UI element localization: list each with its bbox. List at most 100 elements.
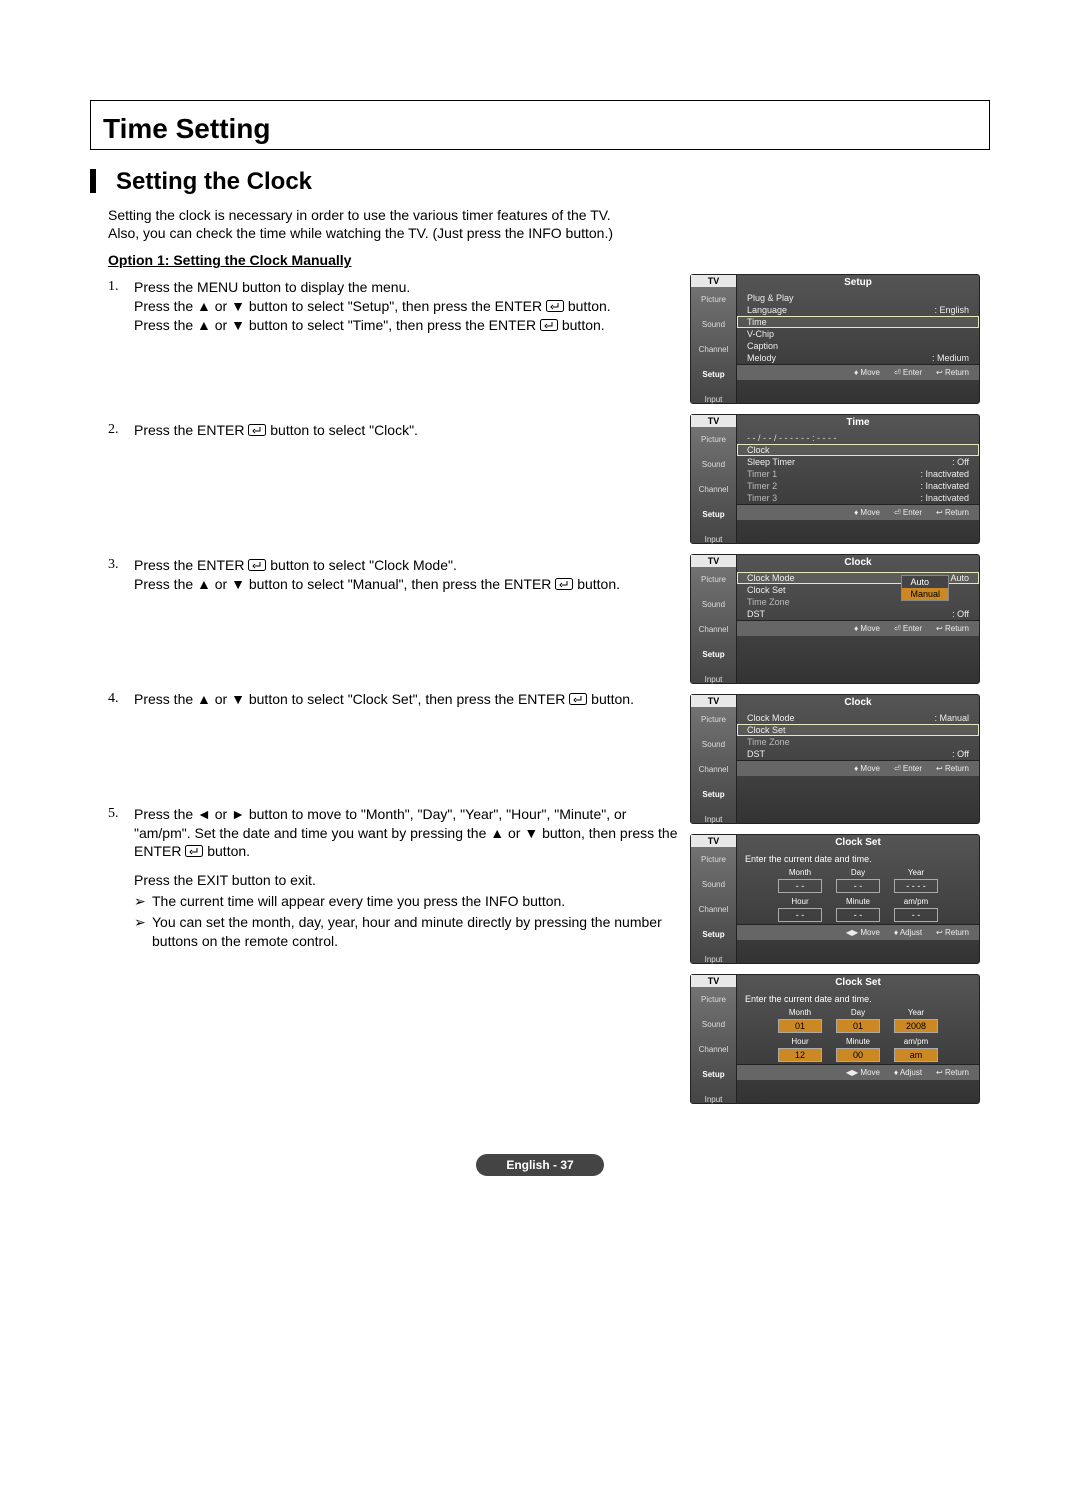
osd-row: Clock Set [737,724,979,736]
osd-tv-label: TV [691,975,736,987]
osd-tab: Setup [691,362,736,387]
osd-tab: Sound [691,592,736,617]
osd-clock-set-blank: TV PictureSoundChannelSetupInput Clock S… [690,834,980,964]
osd-cell: Month01 [778,1008,822,1033]
osd-tab: Input [691,807,736,832]
osd-prompt: Enter the current date and time. [737,852,979,866]
step-3-b1: Press the ▲ or ▼ button to select "Manua… [134,576,551,592]
step-1-c1: Press the ▲ or ▼ button to select "Time"… [134,317,536,333]
osd-tab: Picture [691,707,736,732]
osd-tab: Channel [691,1037,736,1062]
osd-tab: Input [691,387,736,412]
osd-tab: Sound [691,312,736,337]
osd-tab: Setup [691,922,736,947]
note-2: You can set the month, day, year, hour a… [152,913,678,951]
step-4-a2: button. [591,691,634,707]
osd-title: Clock Set [737,975,979,992]
osd-tab: Channel [691,477,736,502]
foot-return: ↩ Return [936,508,969,517]
clock-mode-dropdown: Auto Manual [901,575,949,601]
osd-title: Setup [737,275,979,292]
foot-move: ◀▶ Move [846,1068,880,1077]
osd-tab: Setup [691,642,736,667]
osd-row: Timer 3: Inactivated [737,492,979,504]
osd-row: Clock Mode: Manual [737,712,979,724]
step-1-a: Press the MENU button to display the men… [134,278,678,297]
note-1: The current time will appear every time … [152,892,565,911]
foot-move: ♦ Move [854,624,880,633]
foot-move: ♦ Move [854,764,880,773]
osd-row: Language: English [737,304,979,316]
osd-row: V-Chip [737,328,979,340]
osd-clock-set-filled: TV PictureSoundChannelSetupInput Clock S… [690,974,980,1104]
step-3-b2: button. [577,576,620,592]
enter-icon [555,578,573,590]
osd-row: Caption [737,340,979,352]
osd-setup: TV PictureSoundChannelSetupInput Setup P… [690,274,980,404]
foot-return: ↩ Return [936,928,969,937]
osd-cell: Day- - [836,868,880,893]
foot-move: ♦ Move [854,508,880,517]
osd-title: Clock [737,695,979,712]
note-arrow-icon: ➢ [134,892,152,911]
osd-cell: Month- - [778,868,822,893]
osd-tab: Setup [691,502,736,527]
foot-enter: ⏎ Enter [894,368,922,377]
osd-cell: Year2008 [894,1008,938,1033]
osd-cell: Hour- - [778,897,822,922]
osd-clock-set-select: TV PictureSoundChannelSetupInput Clock C… [690,694,980,824]
osd-tv-label: TV [691,835,736,847]
osd-tab: Channel [691,757,736,782]
foot-move: ♦ Move [854,368,880,377]
step-2-number: 2. [108,421,134,440]
enter-icon [248,424,266,436]
osd-tab: Input [691,1087,736,1112]
osd-row: Plug & Play [737,292,979,304]
osd-cell: am/pm- - [894,897,938,922]
osd-cell: am/pmam [894,1037,938,1062]
enter-icon [185,845,203,857]
osd-tab: Input [691,667,736,692]
osd-tv-label: TV [691,275,736,287]
osd-title: Clock Set [737,835,979,852]
foot-return: ↩ Return [936,368,969,377]
enter-icon [569,693,587,705]
osd-cell: Minute- - [836,897,880,922]
enter-icon [248,559,266,571]
osd-tab: Input [691,527,736,552]
osd-tab: Channel [691,617,736,642]
osd-row: DST: Off [737,608,979,620]
osd-tab: Picture [691,847,736,872]
osd-row: Timer 1: Inactivated [737,468,979,480]
foot-return: ↩ Return [936,1068,969,1077]
step-3-number: 3. [108,556,134,594]
osd-cell: Day01 [836,1008,880,1033]
dropdown-option-auto: Auto [902,576,948,588]
osd-row: Time Zone [737,736,979,748]
osd-tab: Setup [691,782,736,807]
step-2-a1: Press the ENTER [134,422,244,438]
osd-tab: Sound [691,452,736,477]
foot-adjust: ♦ Adjust [894,928,922,937]
step-4-number: 4. [108,690,134,709]
intro-line-2: Also, you can check the time while watch… [108,224,990,242]
foot-move: ◀▶ Move [846,928,880,937]
osd-title: Time [737,415,979,432]
osd-row: Time [737,316,979,328]
step-4-a1: Press the ▲ or ▼ button to select "Clock… [134,691,565,707]
step-3-a1: Press the ENTER [134,557,244,573]
foot-adjust: ♦ Adjust [894,1068,922,1077]
osd-row: Melody: Medium [737,352,979,364]
osd-tab: Setup [691,1062,736,1087]
step-3-a2: button to select "Clock Mode". [270,557,457,573]
osd-tab: Picture [691,567,736,592]
foot-enter: ⏎ Enter [894,508,922,517]
osd-tab: Picture [691,287,736,312]
osd-tab: Sound [691,1012,736,1037]
osd-row: Timer 2: Inactivated [737,480,979,492]
foot-enter: ⏎ Enter [894,624,922,633]
intro-line-1: Setting the clock is necessary in order … [108,206,990,224]
osd-tab: Channel [691,337,736,362]
osd-tab: Sound [691,732,736,757]
page-footer-label: English - 37 [476,1154,603,1176]
